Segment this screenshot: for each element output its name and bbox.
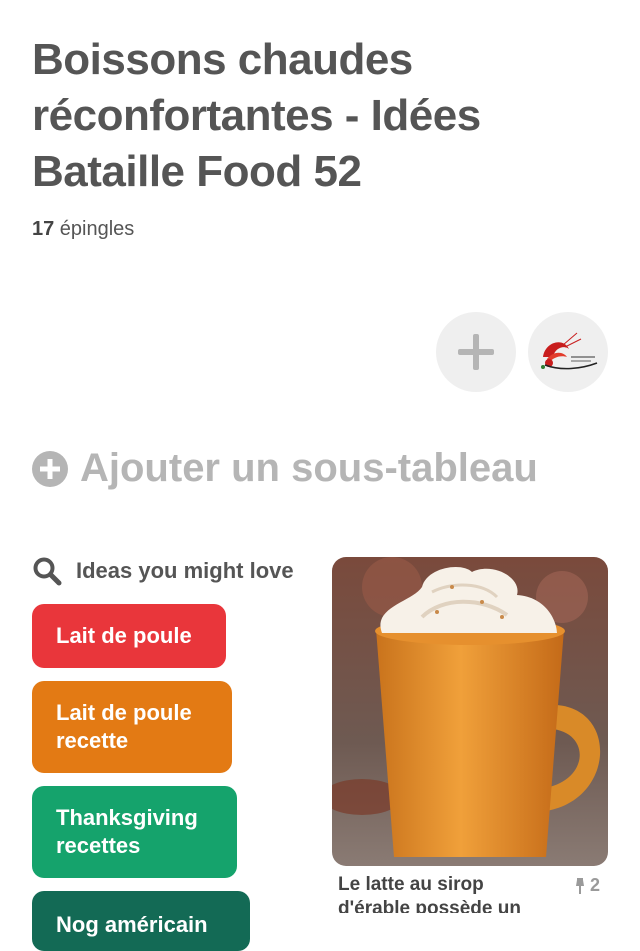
- idea-chip-thanksgiving-recettes[interactable]: Thanksgiving recettes: [32, 786, 237, 878]
- search-icon: [33, 557, 62, 586]
- pin-icon: [575, 877, 584, 894]
- idea-chip-nog-americain[interactable]: Nog américain: [32, 891, 250, 951]
- pin-count-label: épingles: [54, 218, 135, 240]
- repin-count-value: 2: [589, 875, 600, 895]
- shrimp-logo-icon: [541, 332, 598, 370]
- idea-chip-label: Thanksgiving recettes: [56, 805, 198, 858]
- ideas-header-label: Ideas you might love: [76, 558, 294, 583]
- pin-description: Le latte au sirop d'érable possède un go…: [338, 874, 521, 913]
- board-title: Boissons chaudes réconfortantes - Idées …: [32, 35, 481, 196]
- pin-count-number: 17: [32, 218, 55, 240]
- pin-card[interactable]: Le latte au sirop d'érable possède un go…: [332, 557, 608, 913]
- repin-count: 2: [574, 875, 600, 896]
- add-circle-icon: [32, 450, 68, 487]
- idea-chip-lait-de-poule[interactable]: Lait de poule: [32, 604, 226, 668]
- ideas-header: Ideas you might love: [32, 556, 294, 586]
- add-subboard-button[interactable]: Ajouter un sous-tableau: [32, 446, 538, 491]
- idea-chip-label: Lait de poule: [56, 623, 192, 648]
- add-button[interactable]: [436, 312, 516, 392]
- add-subboard-label: Ajouter un sous-tableau: [80, 446, 538, 490]
- idea-chip-label: Lait de poule recette: [56, 700, 192, 753]
- plus-icon: [458, 334, 494, 370]
- avatar[interactable]: [528, 312, 608, 392]
- pin-count: 17 épingles: [32, 218, 134, 241]
- idea-chip-lait-de-poule-recette[interactable]: Lait de poule recette: [32, 681, 232, 773]
- pin-image[interactable]: [332, 557, 608, 866]
